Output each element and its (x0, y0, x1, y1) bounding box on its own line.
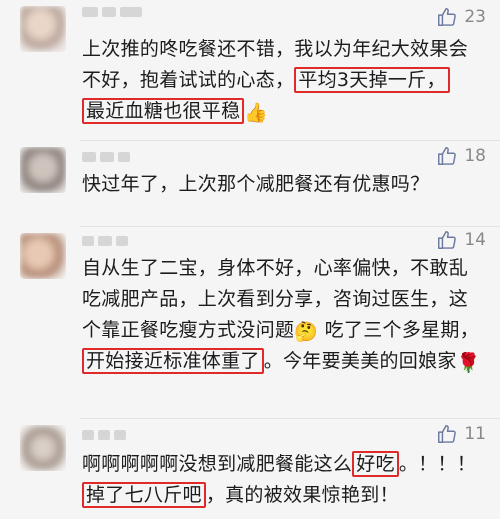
highlight-box: 最近血糖也很平稳 (82, 98, 245, 124)
thinking-emoji: 🤔 (294, 321, 319, 343)
like-button[interactable]: 23 (436, 6, 486, 28)
nickname-blurred (82, 4, 142, 20)
thumbs-up-icon (438, 425, 457, 443)
comment-item: 18 快过年了，上次那个减肥餐还有优惠吗？ (0, 141, 500, 225)
like-button[interactable]: 14 (436, 229, 486, 251)
comment-text: 啊啊啊啊啊没想到减肥餐能这么 好吃。！！！ 掉了七八斤吧 ，真的被效果惊艳到！ (82, 449, 482, 511)
nickname-blurred (82, 149, 130, 165)
comment-item: 11 啊啊啊啊啊没想到减肥餐能这么 好吃。！！！ 掉了七八斤吧 ，真的被效果惊艳到！ (0, 419, 500, 519)
highlight-box: 开始接近标准体重了 (82, 348, 264, 374)
comment-text-part: 。！！！ (398, 453, 477, 475)
avatar[interactable] (20, 233, 66, 279)
like-count: 11 (464, 424, 486, 444)
comment-list: 23 上次推的咚吃餐还不错，我以为年纪大效果会不好，抱着试试的心态， 平均3天掉一… (0, 0, 500, 519)
comment-text: 上次推的咚吃餐还不错，我以为年纪大效果会不好，抱着试试的心态， 平均3天掉一斤，最… (82, 34, 482, 127)
like-count: 23 (464, 7, 486, 27)
highlight-box: 平均3天掉一斤， (294, 67, 450, 93)
comment-text: 自从生了二宝，身体不好，心率偏快，不敢乱吃减肥产品，上次看到分享，咨询过医生，这… (82, 253, 482, 377)
avatar[interactable] (20, 425, 66, 471)
comment-text: 快过年了，上次那个减肥餐还有优惠吗？ (82, 173, 430, 195)
comment-item: 23 上次推的咚吃餐还不错，我以为年纪大效果会不好，抱着试试的心态， 平均3天掉一… (0, 0, 500, 140)
like-button[interactable]: 18 (436, 145, 486, 167)
highlight-box: 掉了七八斤吧 (82, 482, 206, 508)
rose-emoji: 🌹 (456, 352, 481, 374)
comment-text-part: 啊啊啊啊啊没想到减肥餐能这么 (82, 453, 353, 475)
comment-text-part: 吃了三个多星期， (324, 319, 480, 341)
comment-text-part: ，真的被效果惊艳到！ (205, 484, 399, 506)
avatar[interactable] (20, 6, 66, 52)
like-count: 14 (464, 230, 486, 250)
comment-text-part: 。今年要美美的回娘家 (263, 350, 457, 372)
like-button[interactable]: 11 (436, 423, 486, 445)
thumbs-up-emoji: 👍 (244, 102, 269, 124)
thumbs-up-icon (438, 8, 457, 26)
comment-item: 14 自从生了二宝，身体不好，心率偏快，不敢乱吃减肥产品，上次看到分享，咨询过医… (0, 227, 500, 417)
nickname-blurred (82, 233, 128, 249)
thumbs-up-icon (438, 231, 457, 249)
avatar[interactable] (20, 147, 66, 193)
highlight-box: 好吃 (352, 451, 399, 477)
nickname-blurred (82, 427, 126, 443)
thumbs-up-icon (438, 147, 457, 165)
like-count: 18 (464, 146, 486, 166)
